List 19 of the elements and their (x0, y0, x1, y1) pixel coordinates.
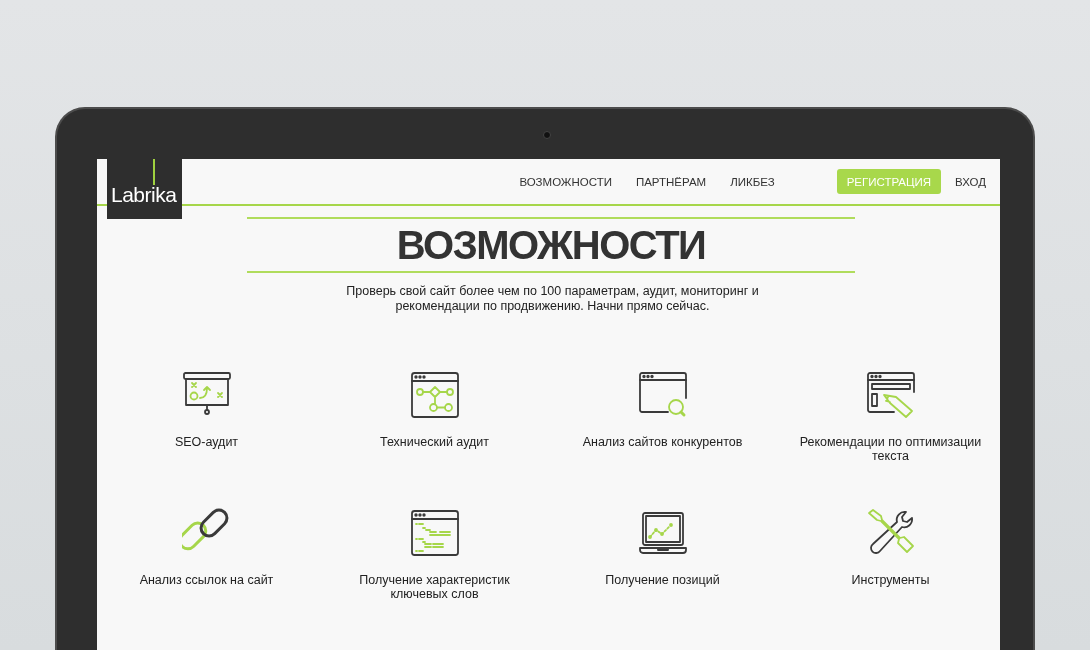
nav-link[interactable]: ВОЗМОЖНОСТИ (519, 175, 612, 188)
window-pencil-icon[interactable] (865, 370, 916, 420)
feature-label[interactable]: Рекомендации по оптимизации текста (790, 435, 991, 463)
feature-label[interactable]: Получение позиций (605, 573, 720, 587)
login-link[interactable]: ВХОД (955, 175, 986, 188)
logo[interactable]: Labrika (107, 159, 182, 219)
nav-link[interactable]: ЛИКБЕЗ (730, 175, 775, 188)
camera-icon (543, 131, 551, 139)
feature-label[interactable]: Инструменты (851, 573, 930, 587)
subtitle: Проверь свой сайт более чем по 100 параметрам, аудит, мониторинг и рекомендации по продвижению. Начни прямо сейчас. (345, 284, 760, 314)
page-title: ВОЗМОЖНОСТИ (396, 225, 706, 265)
code-window-icon[interactable] (409, 508, 460, 558)
feature-label[interactable]: Технический аудит (380, 435, 489, 449)
feature-label[interactable]: Анализ сайтов конкурентов (582, 435, 743, 449)
nav-link[interactable]: ПАРТНЁРАМ (635, 175, 707, 188)
feature-label[interactable]: Анализ ссылок на сайт (139, 573, 274, 587)
feature-label[interactable]: Получение характеристик ключевых слов (334, 573, 535, 601)
feature-label[interactable]: SEO-аудит (174, 435, 239, 449)
flowchart-window-icon[interactable] (409, 370, 460, 420)
